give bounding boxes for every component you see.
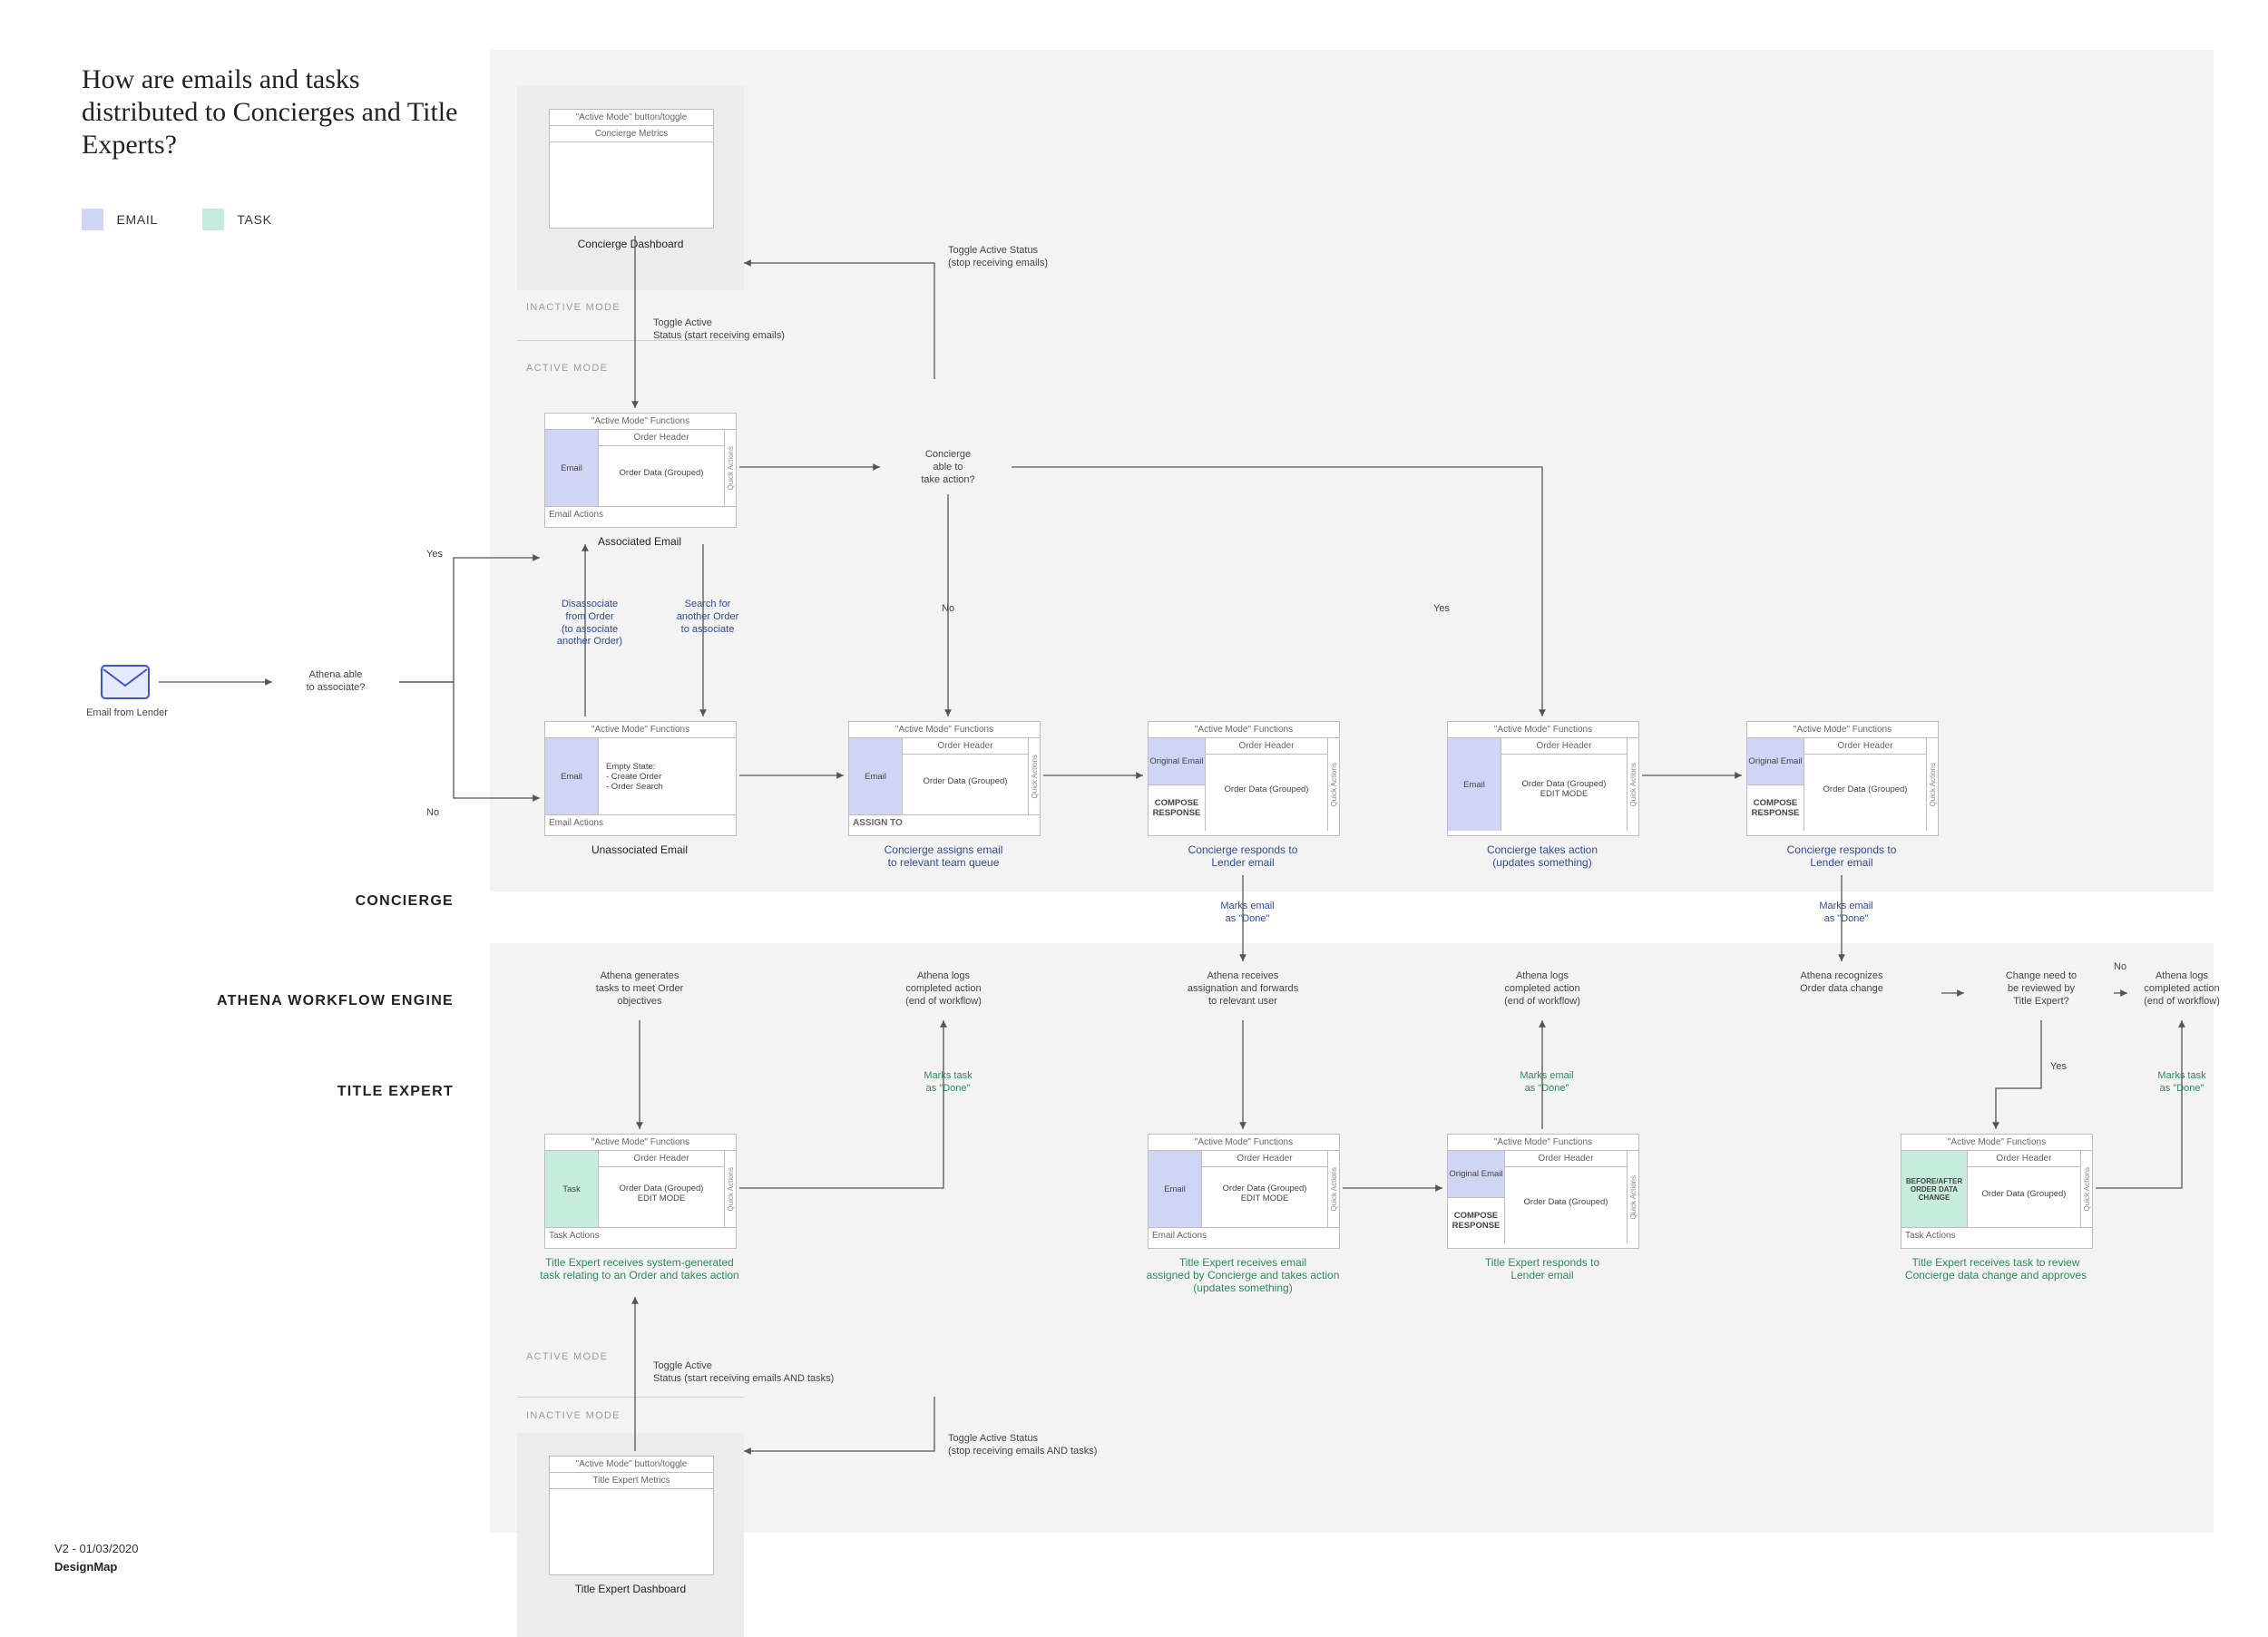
- annot-athena-associate: Athena able to associate?: [281, 669, 390, 695]
- footer-brand: DesignMap: [54, 1560, 117, 1574]
- mode-active-bottom: ACTIVE MODE: [526, 1351, 608, 1362]
- annot-marks-task-done-2: Marks task as "Done": [2127, 1070, 2236, 1096]
- card-te-review: "Active Mode" Functions BEFORE/AFTER ORD…: [1901, 1134, 2093, 1249]
- annot-concierge-action-q: Concierge able to take action?: [885, 449, 1012, 486]
- caption-concierge-dashboard: Concierge Dashboard: [549, 238, 712, 250]
- card-respond1: "Active Mode" Functions Original Email C…: [1148, 721, 1340, 836]
- legend-swatch-task: [202, 209, 224, 230]
- annot-toggle-start-emails: Toggle Active Status (start receiving em…: [653, 317, 889, 343]
- legend: EMAIL TASK: [82, 209, 272, 230]
- caption-take-action: Concierge takes action (updates somethin…: [1447, 843, 1637, 869]
- card-top: "Active Mode" button/toggle: [550, 110, 713, 126]
- annot-toggle-start-both: Toggle Active Status (start receiving em…: [653, 1360, 962, 1386]
- card-te-dashboard: "Active Mode" button/toggle Title Expert…: [549, 1456, 714, 1575]
- annot-engine-recognize: Athena recognizes Order data change: [1746, 970, 1937, 996]
- annot-marks-email-done-1: Marks email as "Done": [1193, 901, 1302, 926]
- lane-concierge: CONCIERGE: [272, 893, 454, 910]
- annot-engine-log1: Athena logs completed action (end of wor…: [848, 970, 1039, 1008]
- card-unassociated-email: "Active Mode" Functions Email Empty Stat…: [544, 721, 737, 836]
- legend-label-task: TASK: [237, 212, 271, 227]
- caption-associated-email: Associated Email: [544, 535, 735, 548]
- legend-label-email: EMAIL: [116, 212, 158, 227]
- caption-te-task: Title Expert receives system-generated t…: [503, 1256, 776, 1281]
- mode-inactive-bottom: INACTIVE MODE: [526, 1410, 621, 1421]
- te-bottom-band: [490, 1397, 2214, 1533]
- caption-te-dashboard: Title Expert Dashboard: [549, 1583, 712, 1595]
- card-te-email-assigned: "Active Mode" Functions Email Order Head…: [1148, 1134, 1340, 1249]
- caption-respond2: Concierge responds to Lender email: [1746, 843, 1937, 869]
- card-metrics: Concierge Metrics: [550, 126, 713, 142]
- annot-toggle-stop-both: Toggle Active Status (stop receiving ema…: [948, 1433, 1256, 1458]
- caption-te-email-assigned: Title Expert receives email assigned by …: [1111, 1256, 1374, 1294]
- lane-engine: ATHENA WORKFLOW ENGINE: [145, 993, 454, 1009]
- card-te-task: "Active Mode" Functions Task Order Heade…: [544, 1134, 737, 1249]
- card-respond2: "Active Mode" Functions Original Email C…: [1746, 721, 1939, 836]
- annot-engine-generate: Athena generates tasks to meet Order obj…: [544, 970, 735, 1008]
- version-label: V2 - 01/03/2020: [54, 1542, 139, 1555]
- card-concierge-dashboard: "Active Mode" button/toggle Concierge Me…: [549, 109, 714, 229]
- annot-marks-email-done-2: Marks email as "Done": [1792, 901, 1901, 926]
- annot-no-1: No: [426, 807, 439, 820]
- caption-te-respond: Title Expert responds to Lender email: [1447, 1256, 1637, 1281]
- caption-assign: Concierge assigns email to relevant team…: [848, 843, 1039, 869]
- annot-yes-1: Yes: [426, 549, 443, 561]
- caption-unassociated-email: Unassociated Email: [544, 843, 735, 856]
- caption-respond1: Concierge responds to Lender email: [1148, 843, 1338, 869]
- annot-engine-log2: Athena logs completed action (end of wor…: [1447, 970, 1637, 1008]
- caption-te-review: Title Expert receives task to review Con…: [1864, 1256, 2127, 1281]
- mode-inactive-top: INACTIVE MODE: [526, 302, 621, 313]
- annot-disassociate: Disassociate from Order (to associate an…: [535, 599, 644, 648]
- annot-marks-email-done-3: Marks email as "Done": [1492, 1070, 1601, 1096]
- annot-no-3: No: [2114, 961, 2126, 974]
- lane-title-expert: TITLE EXPERT: [254, 1084, 454, 1100]
- card-take-action: "Active Mode" Functions Email Order Head…: [1447, 721, 1639, 836]
- annot-yes-2: Yes: [1433, 603, 1450, 616]
- annot-yes-3: Yes: [2050, 1061, 2067, 1074]
- annot-toggle-stop-emails: Toggle Active Status (stop receiving ema…: [948, 245, 1184, 270]
- card-assign: "Active Mode" Functions Email Order Head…: [848, 721, 1041, 836]
- diagram-canvas: How are emails and tasks distributed to …: [0, 0, 2268, 1588]
- annot-engine-forward: Athena receives assignation and forwards…: [1120, 970, 1365, 1008]
- legend-swatch-email: [82, 209, 103, 230]
- card-te-respond: "Active Mode" Functions Original Email C…: [1447, 1134, 1639, 1249]
- annot-email-from-lender: Email from Lender: [77, 707, 177, 720]
- email-icon: [98, 662, 152, 702]
- mode-active-top: ACTIVE MODE: [526, 363, 608, 374]
- annot-marks-task-done-1: Marks task as "Done": [894, 1070, 1002, 1096]
- card-associated-email: "Active Mode" Functions Email Order Head…: [544, 413, 737, 528]
- annot-no-2: No: [942, 603, 954, 616]
- annot-review-q: Change need to be reviewed by Title Expe…: [1969, 970, 2114, 1008]
- annot-search-another: Search for another Order to associate: [653, 599, 762, 636]
- page-title: How are emails and tasks distributed to …: [82, 63, 481, 161]
- annot-engine-log3: Athena logs completed action (end of wor…: [2127, 970, 2236, 1008]
